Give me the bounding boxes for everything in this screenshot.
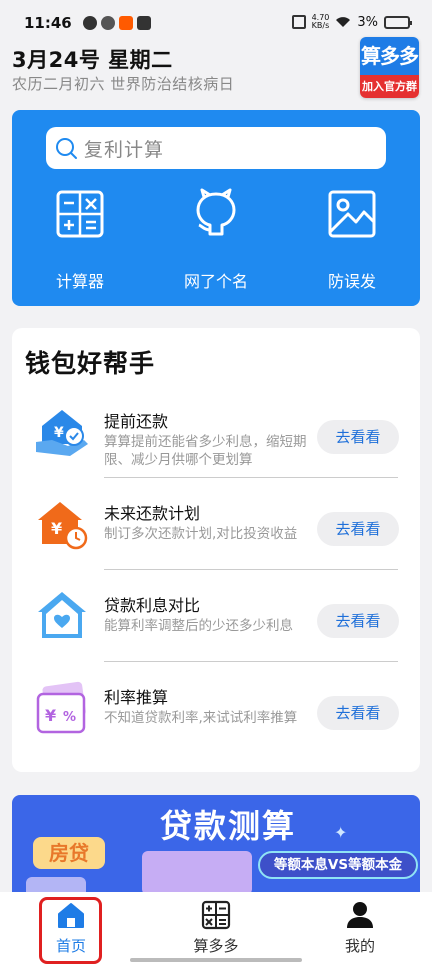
battery-text: 3% <box>357 14 378 30</box>
wallet-item-desc: 算算提前还能省多少利息，缩短期限、减少月供哪个更划算 <box>104 434 307 468</box>
rate-icon: ¥ % <box>36 681 86 734</box>
nav-label: 我的 <box>344 937 375 955</box>
search-input[interactable]: 复利计算 <box>46 127 386 169</box>
go-see-button[interactable]: 去看看 <box>317 420 399 454</box>
go-see-button[interactable]: 去看看 <box>317 696 399 730</box>
home-indicator <box>130 958 302 962</box>
wallet-item-title: 贷款利息对比 <box>104 596 201 615</box>
app-notification-icon <box>83 16 97 30</box>
wallet-title: 钱包好帮手 <box>25 349 156 378</box>
svg-text:¥: ¥ <box>45 706 56 725</box>
wifi-icon <box>336 17 351 27</box>
network-speed-unit: KB/s <box>311 21 330 30</box>
wallet-item-desc: 能算利率调整后的少还多少利息 <box>104 618 293 634</box>
wallet-item-title: 未来还款计划 <box>104 504 201 523</box>
nav-label: 算多多 <box>193 937 239 955</box>
search-icon <box>56 138 77 159</box>
nav-calculator[interactable]: 算多多 <box>161 892 271 964</box>
banner-tag: 房贷 <box>33 837 105 869</box>
svg-text:%: % <box>63 710 76 725</box>
wallet-item-title: 提前还款 <box>104 412 169 431</box>
tool-label: 计算器 <box>55 272 104 291</box>
notification-icons <box>83 16 151 30</box>
image-icon <box>328 190 376 238</box>
banner-title: 贷款测算 <box>160 807 297 845</box>
divider <box>104 661 398 662</box>
svg-text:¥: ¥ <box>54 425 64 441</box>
nav-mine[interactable]: 我的 <box>305 892 415 964</box>
search-placeholder: 复利计算 <box>84 138 165 161</box>
battery-icon <box>384 15 412 29</box>
loan-calc-banner[interactable]: 贷款测算 ✦ 房贷 等额本息VS等额本金 <box>12 795 420 895</box>
person-icon <box>347 902 373 928</box>
wallet-card: 钱包好帮手 ¥ 提前还款 算算提前还能省多少利息，缩短期限、减少月供哪个更划算 … <box>12 328 420 772</box>
wallet-item-interest-compare[interactable]: 贷款利息对比 能算利率调整后的少还多少利息 去看看 <box>34 582 399 662</box>
wallet-item-desc: 不知道贷款利率,来试试利率推算 <box>104 710 298 726</box>
repay-plan-icon: ¥ <box>38 502 88 550</box>
divider <box>104 569 398 570</box>
tool-label: 防误发 <box>327 272 376 291</box>
house-heart-icon <box>38 592 86 638</box>
wallet-item-desc: 制订多次还款计划,对比投资收益 <box>104 526 298 542</box>
go-see-button[interactable]: 去看看 <box>317 512 399 546</box>
tool-calculator[interactable]: 计算器 <box>30 188 130 292</box>
date-title: 3月24号 星期二 <box>12 48 173 72</box>
app-notification-icon <box>119 16 133 30</box>
brand-logo-text: 算多多 <box>360 37 419 75</box>
status-time: 11:46 <box>24 14 72 32</box>
network-speed: 4.70 KB/s <box>312 14 330 30</box>
github-icon <box>196 188 236 236</box>
wallet-item-prepay[interactable]: ¥ 提前还款 算算提前还能省多少利息，缩短期限、减少月供哪个更划算 去看看 <box>34 398 399 478</box>
divider <box>104 477 398 478</box>
tool-github[interactable]: 网了个名 <box>166 188 266 292</box>
banner-illustration <box>142 851 252 895</box>
go-see-button[interactable]: 去看看 <box>317 604 399 638</box>
sparkle-icon: ✦ <box>334 823 348 842</box>
highlight-box <box>39 897 102 964</box>
calculator-icon <box>201 900 231 930</box>
tool-label: 网了个名 <box>183 272 248 291</box>
wallet-item-repay-plan[interactable]: ¥ 未来还款计划 制订多次还款计划,对比投资收益 去看看 <box>34 490 399 570</box>
join-group-label: 加入官方群 <box>360 75 419 98</box>
tools-panel: 复利计算 计算器 网了个名 防误发 <box>12 110 420 306</box>
banner-compare-label: 等额本息VS等额本金 <box>258 851 418 879</box>
app-notification-icon <box>101 16 115 30</box>
status-right: 4.70 KB/s 3% <box>291 14 412 30</box>
tool-anti-misfire[interactable]: 防误发 <box>302 188 402 292</box>
svg-text:¥: ¥ <box>51 519 62 538</box>
join-group-button[interactable]: 算多多 加入官方群 <box>360 37 419 98</box>
app-notification-icon <box>137 16 151 30</box>
wallet-item-rate-calc[interactable]: ¥ % 利率推算 不知道贷款利率,来试试利率推算 去看看 <box>34 674 399 754</box>
prepay-icon: ¥ <box>36 410 88 456</box>
wallet-item-title: 利率推算 <box>104 688 169 707</box>
vibrate-icon <box>291 15 306 29</box>
calculator-icon <box>56 190 104 238</box>
lunar-date: 农历二月初六 世界防治结核病日 <box>12 75 235 93</box>
